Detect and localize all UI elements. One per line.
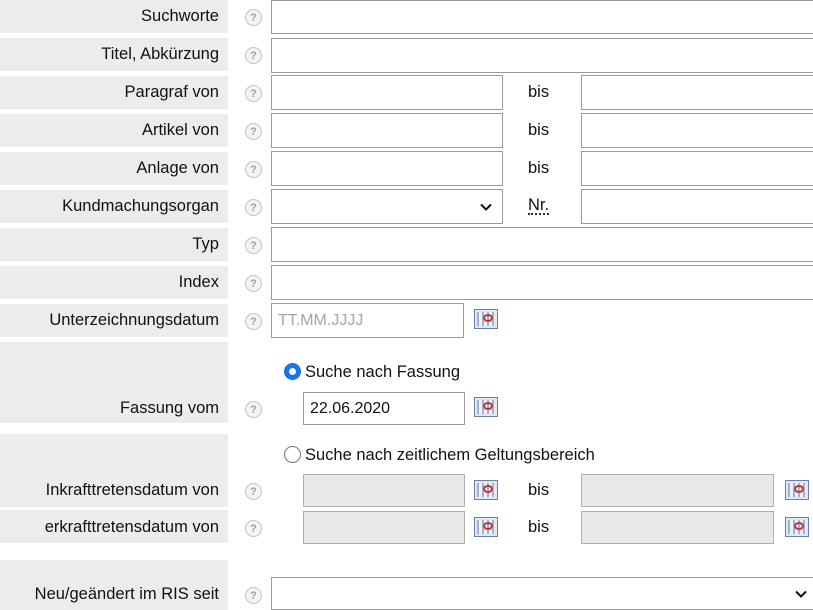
inkrafttretensdatum-label: Inkrafttretensdatum von — [45, 481, 219, 499]
anlage-bis-label: bis — [528, 159, 550, 177]
neu-geaendert-label: Neu/geändert im RIS seit — [34, 585, 219, 603]
unterzeichnungsdatum-placeholder: TT.MM.JJJJ — [278, 312, 364, 329]
help-icon[interactable]: ? — [245, 483, 262, 500]
help-icon[interactable]: ? — [245, 313, 262, 330]
calendar-icon[interactable] — [785, 517, 809, 537]
help-icon[interactable]: ? — [245, 587, 262, 604]
unterzeichnungsdatum-input[interactable]: TT.MM.JJJJ — [271, 303, 464, 338]
neu-geaendert-select[interactable] — [271, 577, 813, 610]
calendar-icon[interactable] — [785, 480, 809, 500]
calendar-icon[interactable] — [474, 397, 498, 417]
paragraf-von-input[interactable] — [271, 75, 503, 110]
unterzeichnungsdatum-label: Unterzeichnungsdatum — [49, 311, 219, 329]
titel-label: Titel, Abkürzung — [101, 45, 219, 63]
calendar-icon[interactable] — [474, 517, 498, 537]
ausserkrafttretensdatum-label: erkrafttretensdatum von — [44, 518, 219, 536]
artikel-bis-input[interactable] — [581, 113, 813, 148]
help-icon[interactable]: ? — [245, 161, 262, 178]
chevron-down-icon — [480, 203, 492, 211]
ausserkrafttretensdatum-bis-input[interactable] — [581, 511, 774, 544]
chevron-down-icon — [795, 590, 807, 598]
inkrafttretensdatum-bis-input[interactable] — [581, 474, 774, 507]
fassung-radio-label: Suche nach Fassung — [305, 363, 461, 381]
label-band — [0, 342, 228, 390]
ausserkrafttretensdatum-von-input[interactable] — [303, 511, 465, 544]
help-icon[interactable]: ? — [245, 199, 262, 216]
index-label: Index — [178, 273, 219, 291]
fassung-vom-label: Fassung vom — [119, 399, 219, 417]
help-icon[interactable]: ? — [245, 9, 262, 26]
artikel-bis-label: bis — [528, 121, 550, 139]
calendar-icon[interactable] — [474, 480, 498, 500]
help-icon[interactable]: ? — [245, 401, 262, 418]
paragraf-label: Paragraf von — [124, 83, 219, 101]
help-icon[interactable]: ? — [245, 47, 262, 64]
fassung-vom-input[interactable]: 22.06.2020 — [303, 392, 465, 425]
fassung-vom-value: 22.06.2020 — [310, 400, 391, 417]
nr-input[interactable] — [581, 189, 813, 224]
help-icon[interactable]: ? — [245, 85, 262, 102]
kundmachungsorgan-label: Kundmachungsorgan — [62, 197, 219, 215]
fassung-radio[interactable] — [284, 363, 301, 380]
typ-input[interactable] — [271, 227, 813, 262]
suchworte-label: Suchworte — [141, 7, 219, 25]
calendar-icon[interactable] — [474, 309, 498, 329]
inkrafttretensdatum-bis-label: bis — [528, 481, 550, 499]
anlage-label: Anlage von — [136, 159, 219, 177]
geltungsbereich-radio[interactable] — [284, 446, 301, 463]
help-icon[interactable]: ? — [245, 520, 262, 537]
ausserkrafttretensdatum-bis-label: bis — [528, 518, 550, 536]
help-icon[interactable]: ? — [245, 123, 262, 140]
nr-label: Nr. — [528, 196, 550, 215]
paragraf-bis-input[interactable] — [581, 75, 813, 110]
label-band — [0, 434, 228, 474]
help-icon[interactable]: ? — [245, 275, 262, 292]
index-input[interactable] — [271, 265, 813, 300]
anlage-bis-input[interactable] — [581, 151, 813, 186]
suchworte-input[interactable] — [271, 0, 813, 34]
artikel-von-input[interactable] — [271, 113, 503, 148]
help-icon[interactable]: ? — [245, 237, 262, 254]
artikel-label: Artikel von — [141, 121, 219, 139]
kundmachungsorgan-select[interactable] — [271, 189, 503, 224]
geltungsbereich-radio-label: Suche nach zeitlichem Geltungsbereich — [305, 446, 595, 464]
typ-label: Typ — [192, 235, 219, 253]
titel-input[interactable] — [271, 38, 813, 73]
inkrafttretensdatum-von-input[interactable] — [303, 474, 465, 507]
anlage-von-input[interactable] — [271, 151, 503, 186]
paragraf-bis-label: bis — [528, 83, 550, 101]
